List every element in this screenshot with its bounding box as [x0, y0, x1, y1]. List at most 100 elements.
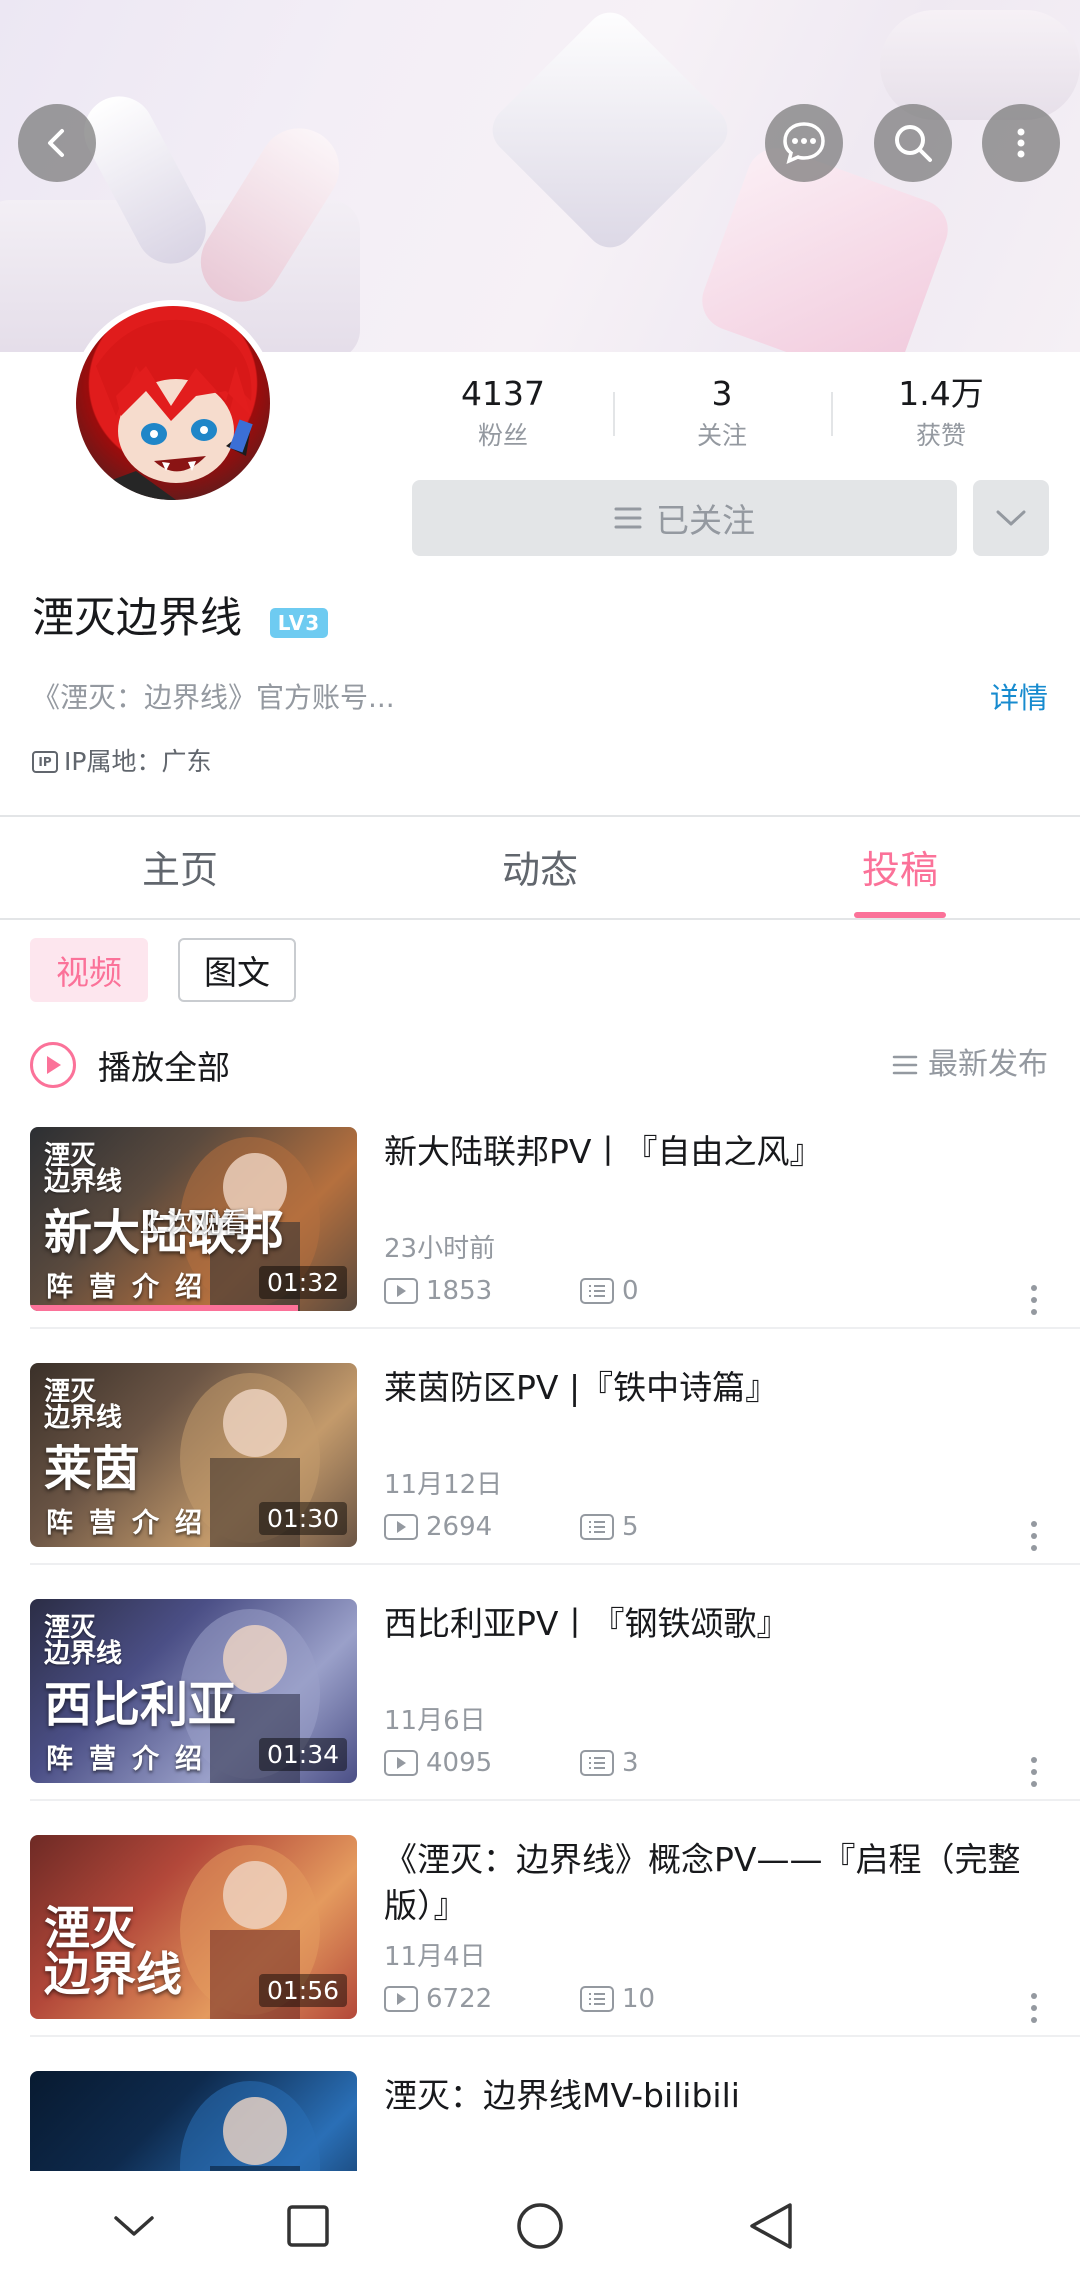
thumbnail-title: 莱茵 [44, 1441, 141, 1497]
view-count: 4095 [426, 1748, 493, 1778]
video-thumbnail[interactable]: 湮灭 边界线 莱茵阵营介绍 01:30 [30, 1363, 357, 1547]
nav-recents-button[interactable] [278, 2200, 338, 2252]
watch-progress-bar [30, 1305, 299, 1311]
thumbnail-subtitle: 阵营介绍 [46, 1272, 218, 1303]
play-all-button[interactable]: 播放全部 [30, 1040, 230, 1090]
video-item[interactable]: 湮灭 边界线 西比利亚 阵营介绍 01:34 西比利亚PV丨『钢铁颂歌』 11月6日 40… [0, 1599, 1080, 1835]
more-options-button[interactable] [982, 104, 1060, 182]
video-title[interactable]: 《湮灭：边界线》概念PV——『启程（完整版）』 [384, 1837, 1044, 1929]
avatar[interactable] [70, 300, 276, 506]
comment-count: 0 [622, 1276, 639, 1306]
nav-back-button[interactable] [740, 2200, 800, 2252]
thumbnail-subtitle: 阵营介绍 [46, 1744, 218, 1775]
detail-link[interactable]: 详情 [990, 678, 1048, 718]
video-thumbnail[interactable] [30, 2071, 357, 2171]
divider [0, 918, 1080, 920]
thumbnail-logo: 湮灭 边界线 [44, 1141, 123, 1197]
stat-following[interactable]: 3 关注 [647, 372, 797, 454]
view-count: 6722 [426, 1984, 493, 2014]
followed-button[interactable]: 已关注 [412, 480, 957, 556]
thumbnail-title: 西比利亚 [44, 1677, 237, 1733]
play-count-icon [384, 1278, 418, 1304]
video-more-button[interactable] [1028, 1521, 1040, 1551]
thumbnail-logo: 湮灭 边界线 [44, 1377, 123, 1433]
square-icon [287, 2205, 329, 2247]
video-title[interactable]: 莱茵防区PV |『铁中诗篇』 [384, 1365, 1044, 1411]
video-duration: 01:30 [258, 1502, 347, 1535]
comment-count: 3 [622, 1748, 639, 1778]
stat-fans[interactable]: 4137 粉丝 [428, 372, 578, 454]
video-item[interactable]: 湮灭：边界线MV-bilibili [0, 2071, 1080, 2171]
sort-lines-icon [892, 1055, 918, 1075]
tab-uploads[interactable]: 投稿 [800, 842, 1000, 898]
video-more-button[interactable] [1028, 1757, 1040, 1787]
following-label: 关注 [696, 421, 747, 450]
video-title[interactable]: 西比利亚PV丨『钢铁颂歌』 [384, 1601, 1044, 1647]
following-count: 3 [711, 374, 733, 413]
chat-bubble-icon [783, 122, 825, 165]
triangle-back-icon [750, 2203, 792, 2249]
expand-recommend-button[interactable] [973, 480, 1049, 556]
comment-count: 5 [622, 1512, 639, 1542]
sort-button[interactable]: 最新发布 [892, 1042, 1048, 1088]
fans-label: 粉丝 [477, 421, 528, 450]
video-more-button[interactable] [1028, 1285, 1040, 1315]
thumbnail-art [180, 2081, 320, 2171]
video-item[interactable]: 湮灭 边界线 莱茵阵营介绍 01:30 莱茵防区PV |『铁中诗篇』 11月12日 26… [0, 1363, 1080, 1599]
play-count-icon [384, 1514, 418, 1540]
ip-location: IP IP属地：广东 [32, 744, 211, 780]
video-thumbnail[interactable]: 湮灭 边界线 01:56 [30, 1835, 357, 2019]
video-thumbnail[interactable]: 湮灭 边界线 新大陆联邦 阵营介绍 上次观看 01:32 [30, 1127, 357, 1311]
comment-count-icon [580, 1750, 614, 1776]
back-arrow-icon [48, 129, 64, 157]
tab-dynamic[interactable]: 动态 [440, 842, 640, 898]
fans-count: 4137 [461, 374, 545, 413]
nav-home-button[interactable] [510, 2200, 570, 2252]
video-duration: 01:32 [258, 1266, 347, 1299]
video-meta: 6722 10 [384, 1981, 655, 2017]
video-duration: 01:56 [258, 1974, 347, 2007]
comment-count-icon [580, 1986, 614, 2012]
video-date: 23小时前 [384, 1234, 496, 1264]
message-button[interactable] [765, 104, 843, 182]
view-count: 2694 [426, 1512, 493, 1542]
stat-likes[interactable]: 1.4万 获赞 [866, 372, 1016, 454]
filter-article-chip[interactable]: 图文 [178, 938, 296, 1002]
video-date: 11月4日 [384, 1942, 486, 1972]
nav-collapse-button[interactable] [104, 2200, 164, 2252]
followed-label: 已关注 [656, 501, 755, 540]
stat-divider [831, 392, 833, 436]
video-date: 11月6日 [384, 1706, 486, 1736]
row-divider [30, 1799, 1080, 1801]
ip-location-text: IP属地：广东 [64, 747, 212, 776]
video-more-button[interactable] [1028, 1993, 1040, 2023]
level-badge: LV3 [270, 608, 328, 638]
system-nav-bar [0, 2172, 1080, 2280]
thumbnail-logo: 湮灭 边界线 [44, 1613, 123, 1669]
menu-lines-icon [614, 507, 642, 529]
comment-count: 10 [622, 1984, 656, 2014]
video-item[interactable]: 湮灭 边界线 01:56 《湮灭：边界线》概念PV——『启程（完整版）』 11月4日 … [0, 1835, 1080, 2071]
video-date: 11月12日 [384, 1470, 503, 1500]
likes-count: 1.4万 [898, 374, 984, 413]
comment-count-icon [580, 1278, 614, 1304]
video-title[interactable]: 新大陆联邦PV丨『自由之风』 [384, 1129, 1044, 1175]
video-title[interactable]: 湮灭：边界线MV-bilibili [384, 2073, 1044, 2119]
video-meta: 4095 3 [384, 1745, 639, 1781]
video-thumbnail[interactable]: 湮灭 边界线 西比利亚 阵营介绍 01:34 [30, 1599, 357, 1783]
sort-label: 最新发布 [928, 1047, 1048, 1082]
tab-home[interactable]: 主页 [80, 842, 280, 898]
thumbnail-subtitle: 阵营介绍 [46, 1508, 218, 1539]
search-button[interactable] [874, 104, 952, 182]
row-divider [30, 1327, 1080, 1329]
chevron-down-icon [114, 2216, 154, 2236]
play-all-label: 播放全部 [98, 1048, 230, 1087]
play-count-icon [384, 1986, 418, 2012]
video-meta: 2694 5 [384, 1509, 639, 1545]
bio-text[interactable]: 《湮灭：边界线》官方账号... [32, 678, 395, 718]
thumbnail-title: 湮灭 边界线 [44, 1901, 182, 2001]
stat-divider [613, 392, 615, 436]
video-item[interactable]: 湮灭 边界线 新大陆联邦 阵营介绍 上次观看 01:32 新大陆联邦PV丨『自由之风』 23… [0, 1127, 1080, 1363]
filter-video-chip[interactable]: 视频 [30, 938, 148, 1002]
back-button[interactable] [18, 104, 96, 182]
